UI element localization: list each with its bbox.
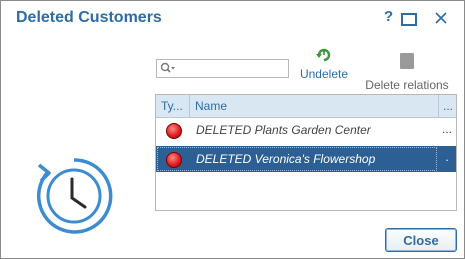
search-icon[interactable]	[160, 62, 176, 75]
help-icon[interactable]: ?	[384, 8, 393, 25]
undelete-label: Undelete	[299, 67, 349, 81]
search-box[interactable]	[156, 59, 289, 78]
deleted-status-icon	[166, 123, 182, 139]
undelete-button[interactable]: Undelete	[295, 47, 353, 81]
row-more-cell: .	[445, 150, 449, 164]
close-button[interactable]: Close	[385, 228, 457, 252]
column-header-name[interactable]: Name	[190, 95, 438, 117]
deleted-customers-dialog: Deleted Customers ? Undelete Delete rela…	[0, 0, 465, 259]
search-input[interactable]	[177, 60, 287, 77]
delete-relations-icon	[400, 53, 414, 69]
delete-relations-label: Delete relations	[365, 78, 449, 92]
column-header-type[interactable]: Ty...	[156, 95, 190, 117]
table-row[interactable]: DELETED Plants Garden Center ...	[156, 118, 456, 142]
grid-header: Ty... Name ...	[156, 95, 456, 118]
maximize-icon[interactable]	[401, 13, 417, 26]
delete-relations-button[interactable]: Delete relations	[357, 47, 457, 92]
deleted-customers-grid: Ty... Name ... DELETED Plants Garden Cen…	[155, 94, 457, 211]
column-header-more[interactable]: ...	[438, 95, 456, 117]
undelete-icon	[316, 48, 331, 62]
table-row-selected[interactable]: DELETED Veronica's Flowershop .	[156, 146, 456, 172]
dialog-title: Deleted Customers	[16, 9, 162, 26]
customer-name-cell: DELETED Plants Garden Center	[196, 123, 371, 137]
history-clock-icon	[36, 158, 113, 234]
row-more-cell: ...	[441, 122, 452, 136]
close-x-icon[interactable]	[435, 12, 447, 24]
customer-name-cell: DELETED Veronica's Flowershop	[196, 152, 376, 166]
deleted-status-icon	[166, 152, 182, 168]
